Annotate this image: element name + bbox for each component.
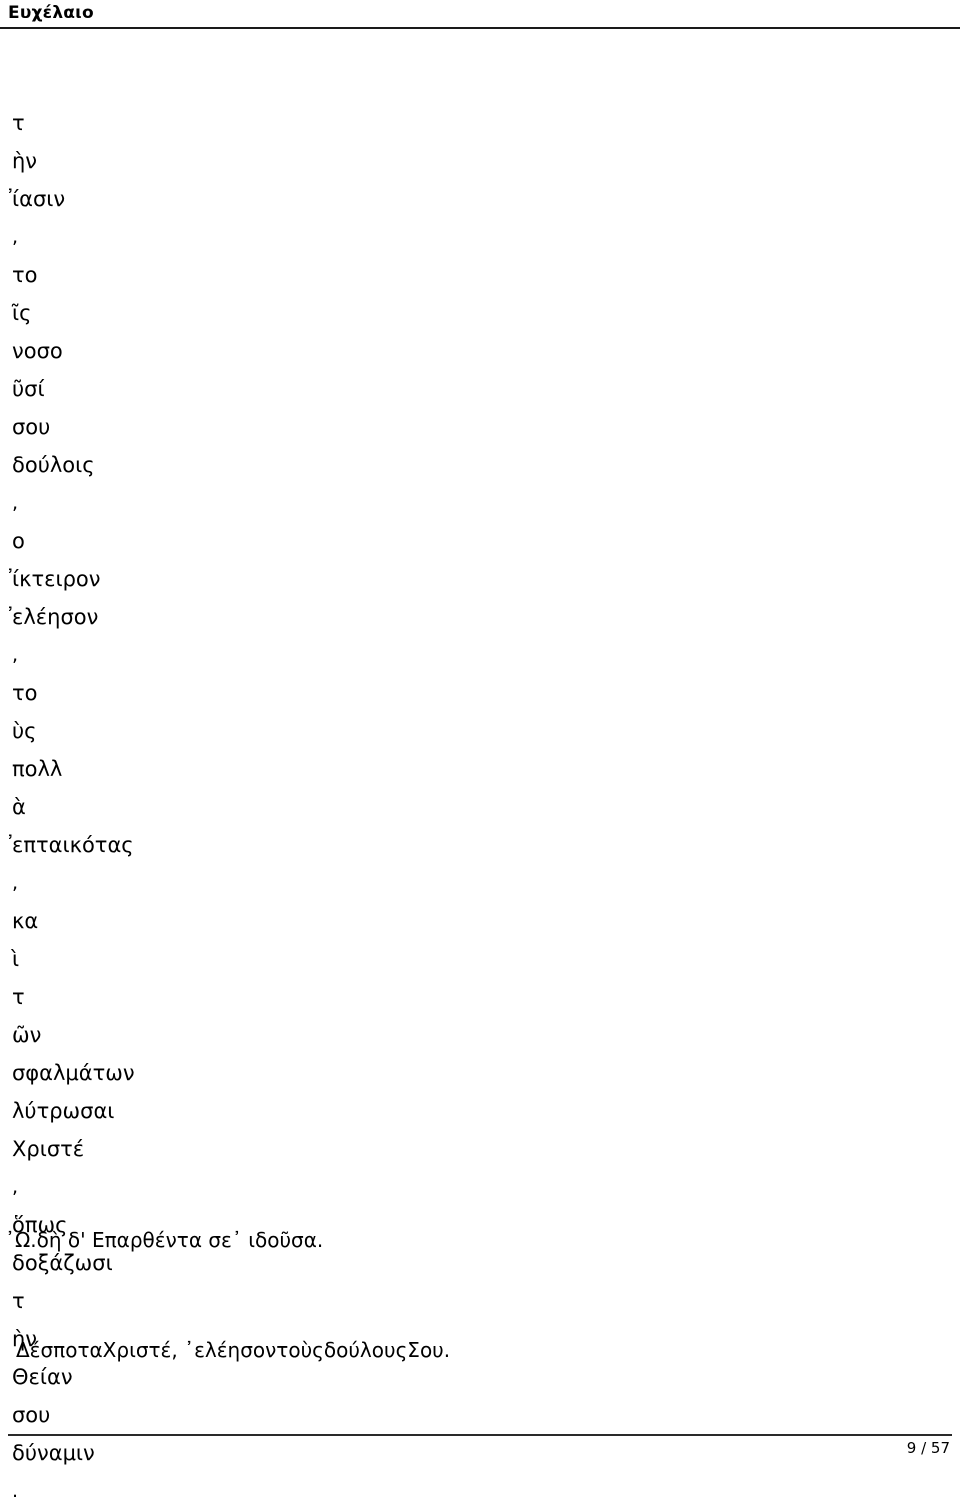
fragment-text: ίασιν [12, 187, 66, 211]
fragment-text: ελέησον [12, 605, 99, 629]
fragment-text: , [12, 226, 19, 248]
fragment-line: ῖς [12, 294, 960, 332]
fragment-text: τ [12, 111, 25, 135]
ode-heading: ᾿Ω.δὴ δ' Επαρθέντα σε᾿ ιδοῦσα. [5, 1228, 324, 1252]
fragment-line: σου [12, 408, 960, 446]
fragment-text: ὰ [12, 795, 26, 819]
fragment-line: , [12, 636, 960, 674]
page-header: Ευχέλαιο [0, 0, 960, 30]
fragment-text: επταικότας [12, 833, 134, 857]
fragment-line: Χριστέ [12, 1130, 960, 1168]
fragment-text: , [12, 872, 19, 894]
fragment-line: τ [12, 978, 960, 1016]
fragment-line: ᾿επταικότας [5, 826, 960, 864]
fragment-line: ὶ [12, 940, 960, 978]
fragment-line: ῦσί [12, 370, 960, 408]
fragment-line: ᾿ελέησον [5, 598, 960, 636]
fragment-line: ῶν [12, 1016, 960, 1054]
breathing-mark: ᾿ [5, 833, 16, 857]
page-footer: 9 / 57 [0, 1434, 960, 1479]
fragment-text: νοσο [12, 339, 63, 363]
breathing-mark: ᾿ [5, 605, 16, 629]
fragment-text: , [12, 644, 19, 666]
fragment-text: Χριστέ [12, 1137, 85, 1161]
fragment-line: τ [12, 104, 960, 142]
fragment-text: ῖς [12, 301, 32, 325]
fragment-text: σφαλμάτων [12, 1061, 135, 1085]
breathing-mark: ᾿ [5, 567, 16, 591]
tail-block: ᾿Ω.δὴ δ' Επαρθέντα σε᾿ ιδοῦσα. ΔέσποταΧρ… [0, 1225, 960, 1365]
fragment-text: ίκτειρον [12, 567, 101, 591]
fragment-line: πολλ [12, 750, 960, 788]
page-number: 9 / 57 [906, 1439, 950, 1457]
fragment-line: ᾿ίκτειρον [5, 560, 960, 598]
fragment-text: ο [12, 529, 25, 553]
fragment-line: , [12, 484, 960, 522]
fragment-line: , [12, 864, 960, 902]
fragment-text: δούλοις [12, 453, 95, 477]
fragment-line: , [12, 1168, 960, 1206]
fragment-text: το [12, 681, 38, 705]
page-title: Ευχέλαιο [8, 3, 94, 23]
fragment-line: , [12, 218, 960, 256]
fragment-text: πολλ [12, 757, 63, 781]
fragment-line: ὴν [12, 142, 960, 180]
fragment-text: σου [12, 415, 51, 439]
breathing-mark: ᾿ [5, 187, 16, 211]
fragment-line: σου [12, 1396, 960, 1434]
fragment-text: ῦσί [12, 377, 45, 401]
fragment-text: λύτρωσαι [12, 1099, 115, 1123]
fragment-line: λύτρωσαι [12, 1092, 960, 1130]
fragment-text: Θείαν [12, 1365, 73, 1389]
fragment-text: τ [12, 985, 25, 1009]
fragment-line: κα [12, 902, 960, 940]
header-divider [0, 27, 960, 29]
fragment-line: το [12, 674, 960, 712]
fragment-text: ὺς [12, 719, 37, 743]
fragment-text: ῶν [12, 1023, 42, 1047]
fragment-line: νοσο [12, 332, 960, 370]
footer-divider [8, 1434, 952, 1436]
fragment-line: ὺς [12, 712, 960, 750]
fragment-line: ο [12, 522, 960, 560]
fragment-text: κα [12, 909, 39, 933]
fragment-text: ὴν [12, 149, 38, 173]
fragment-text: , [12, 492, 19, 514]
fragment-text: , [12, 1176, 19, 1198]
fragment-text: σου [12, 1403, 51, 1427]
fragment-text: το [12, 263, 38, 287]
fragment-line: δούλοις [12, 446, 960, 484]
prayer-line: ΔέσποταΧριστέ, ᾿ελέησοντοὺςδούλουςΣου. [16, 1338, 451, 1362]
fragment-line: το [12, 256, 960, 294]
fragment-text: . [12, 1480, 19, 1502]
fragment-line: σφαλμάτων [12, 1054, 960, 1092]
fragment-line: ὰ [12, 788, 960, 826]
fragment-line: ᾿ίασιν [5, 180, 960, 218]
fragment-text: ὶ [12, 947, 20, 971]
